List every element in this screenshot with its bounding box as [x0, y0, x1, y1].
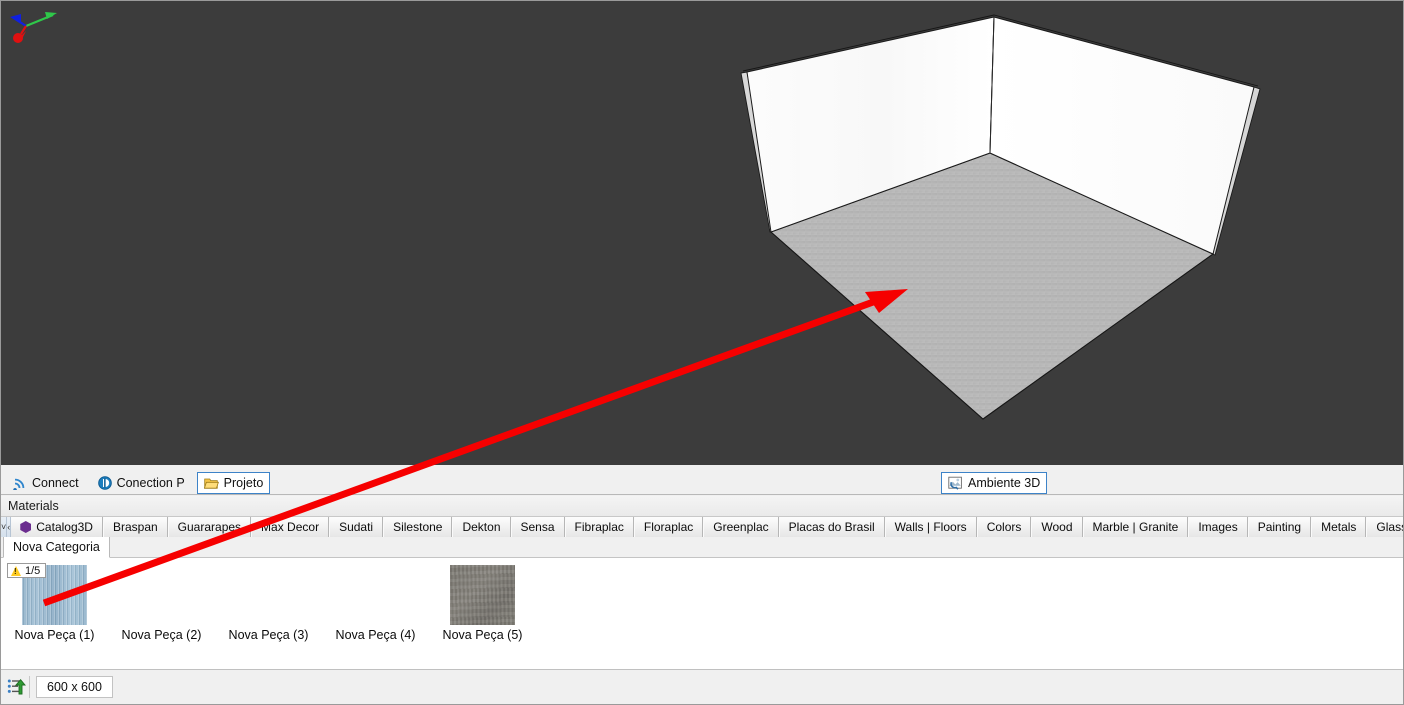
catalog-tab-label: Greenplac: [713, 520, 769, 534]
material-thumbnail[interactable]: [236, 565, 301, 625]
catalog-tab-row: ˅ ‹ Catalog3D Braspan Guararapes Max Dec…: [1, 517, 1403, 537]
catalog-tab-label: Colors: [986, 520, 1022, 534]
materials-panel-title: Materials: [1, 496, 1403, 517]
catalog-tab-label: Glass | Acrylics: [1376, 520, 1403, 534]
material-item-label: Nova Peça (2): [121, 628, 202, 642]
subcategory-tab-nova-categoria[interactable]: Nova Categoria: [3, 537, 110, 558]
material-item-label: Nova Peça (4): [335, 628, 416, 642]
catalog-tab-silestone[interactable]: Silestone: [383, 517, 453, 537]
catalog-tab-max-decor[interactable]: Max Decor: [251, 517, 330, 537]
texture-size-field[interactable]: 600 x 600: [36, 676, 113, 698]
catalog-tab-label: Guararapes: [177, 520, 242, 534]
catalog-tab-metals[interactable]: Metals: [1311, 517, 1367, 537]
tool-tab-conection-p-label: Conection P: [116, 475, 185, 490]
environment-3d-icon: [948, 476, 962, 490]
catalog-tab-dekton[interactable]: Dekton: [452, 517, 511, 537]
catalog-tab-wood[interactable]: Wood: [1031, 517, 1083, 537]
catalog-tab-label: Marble | Granite: [1092, 520, 1179, 534]
3d-viewport[interactable]: [1, 1, 1403, 465]
catalog-tab-label: Placas do Brasil: [788, 520, 875, 534]
warning-triangle-icon: [11, 565, 21, 576]
material-item-label: Nova Peça (5): [442, 628, 523, 642]
catalog-tab-label: Sudati: [339, 520, 374, 534]
toolbar-right-group: Ambiente 3D: [936, 472, 1048, 494]
catalog-tab-floraplac[interactable]: Floraplac: [633, 517, 704, 537]
catalog-tab-label: Silestone: [393, 520, 443, 534]
catalog-tab-placas-do-brasil[interactable]: Placas do Brasil: [778, 517, 885, 537]
catalog-tab-walls-floors[interactable]: Walls | Floors: [884, 517, 977, 537]
catalog-tab-label: Floraplac: [643, 520, 694, 534]
catalog-tab-label: Fibraplac: [574, 520, 624, 534]
material-thumbnail[interactable]: [343, 565, 408, 625]
catalog-tab-label: Catalog3D: [36, 520, 93, 534]
disc-icon: [97, 475, 112, 490]
catalog-tab-glass-acrylics[interactable]: Glass | Acrylics: [1366, 517, 1403, 537]
tool-tab-ambiente-3d-label: Ambiente 3D: [968, 476, 1041, 490]
tool-tab-projeto[interactable]: Projeto: [196, 472, 271, 494]
rss-icon: [13, 478, 25, 490]
catalog-tab-braspan[interactable]: Braspan: [102, 517, 168, 537]
refresh-upload-icon[interactable]: [4, 676, 30, 698]
catalog-tab-label: Wood: [1041, 520, 1073, 534]
catalog3d-hex-icon: [20, 521, 32, 533]
axis-gizmo: [10, 12, 57, 43]
catalog-tab-label: Walls | Floors: [894, 520, 967, 534]
catalog-tab-label: Max Decor: [261, 520, 320, 534]
application-window: Connect Conection P Projeto Ambiente 3D …: [0, 0, 1404, 705]
catalog-tab-label: Braspan: [112, 520, 158, 534]
tool-tab-ambiente-3d[interactable]: Ambiente 3D: [941, 472, 1048, 494]
material-thumbnail[interactable]: [450, 565, 515, 625]
status-bar: 600 x 600: [1, 671, 1403, 703]
tool-tab-connect-label: Connect: [32, 475, 79, 490]
catalog-tab-fibraplac[interactable]: Fibraplac: [564, 517, 634, 537]
tool-tab-connect[interactable]: Connect: [6, 471, 86, 494]
subcategory-tab-row: Nova Categoria: [1, 537, 1403, 558]
count-badge-label: 1/5: [25, 564, 41, 577]
catalog-tab-painting[interactable]: Painting: [1247, 517, 1312, 537]
catalog-tab-guararapes[interactable]: Guararapes: [167, 517, 252, 537]
catalog-tab-label: Images: [1198, 520, 1238, 534]
folder-open-icon: [203, 478, 219, 489]
tool-tab-strip: Connect Conection P Projeto Ambiente 3D: [1, 466, 1403, 495]
material-item-3[interactable]: Nova Peça (3): [215, 565, 322, 642]
catalog-tab-images[interactable]: Images: [1188, 517, 1248, 537]
material-item-label: Nova Peça (1): [14, 628, 95, 642]
tool-tab-projeto-label: Projeto: [223, 476, 264, 490]
materials-grid: 1/5 Nova Peça (1) Nova Peça (2) Nova Peç…: [1, 558, 1403, 670]
catalog-tab-label: Painting: [1257, 520, 1302, 534]
count-badge: 1/5: [7, 563, 47, 578]
catalog-tab-marble-granite[interactable]: Marble | Granite: [1082, 517, 1189, 537]
catalog-tab-label: Dekton: [462, 520, 501, 534]
room-scene: [740, 14, 1261, 420]
catalog-tab-label: Metals: [1321, 520, 1357, 534]
catalog-tab-sensa[interactable]: Sensa: [510, 517, 565, 537]
catalog-tab-greenplac[interactable]: Greenplac: [703, 517, 779, 537]
material-item-label: Nova Peça (3): [228, 628, 309, 642]
tool-tab-conection-p[interactable]: Conection P: [91, 471, 192, 494]
material-item-4[interactable]: Nova Peça (4): [322, 565, 429, 642]
catalog-tab-sudati[interactable]: Sudati: [329, 517, 384, 537]
material-item-2[interactable]: Nova Peça (2): [108, 565, 215, 642]
material-thumbnail[interactable]: [129, 565, 194, 625]
catalog-tab-catalog3d[interactable]: Catalog3D: [11, 517, 103, 537]
catalog-tab-label: Sensa: [520, 520, 555, 534]
catalog-tab-colors[interactable]: Colors: [976, 517, 1032, 537]
material-item-5[interactable]: Nova Peça (5): [429, 565, 536, 642]
